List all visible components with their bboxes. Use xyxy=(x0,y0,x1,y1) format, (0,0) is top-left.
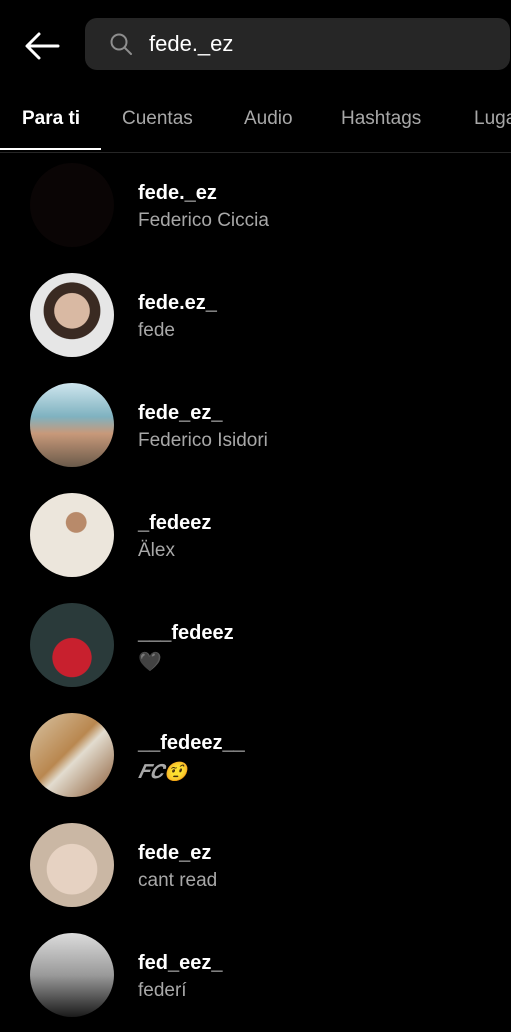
result-username: fede._ez xyxy=(138,182,217,204)
result-fullname: 𝑭𝑪🤨 xyxy=(138,762,188,783)
avatar xyxy=(30,823,114,907)
list-item[interactable]: fed_eez_ federí xyxy=(0,922,511,1032)
result-username: fede_ez_ xyxy=(138,402,223,424)
result-username: _fedeez xyxy=(138,512,212,534)
avatar xyxy=(30,603,114,687)
list-item[interactable]: __fedeez__ 𝑭𝑪🤨 xyxy=(0,702,511,812)
list-item[interactable]: ___fedeez 🖤 xyxy=(0,592,511,702)
tab-para-ti[interactable]: Para ti xyxy=(22,90,80,152)
list-item[interactable]: fede._ez Federico Ciccia xyxy=(0,152,511,262)
result-username: __fedeez__ xyxy=(138,732,245,754)
list-item[interactable]: fede.ez_ fede xyxy=(0,262,511,372)
search-icon xyxy=(107,30,135,58)
result-fullname: Älex xyxy=(138,540,175,561)
result-username: fed_eez_ xyxy=(138,952,223,974)
list-item[interactable]: _fedeez Älex xyxy=(0,482,511,592)
avatar xyxy=(30,383,114,467)
back-button[interactable] xyxy=(20,24,64,68)
result-fullname: Federico Ciccia xyxy=(138,210,269,231)
avatar xyxy=(30,933,114,1017)
avatar xyxy=(30,273,114,357)
result-fullname: fede xyxy=(138,320,175,341)
avatar xyxy=(30,493,114,577)
search-header xyxy=(0,0,511,90)
tab-lugares[interactable]: Lugares xyxy=(474,90,511,152)
arrow-left-icon xyxy=(25,32,60,60)
search-bar[interactable] xyxy=(85,18,510,70)
tab-hashtags[interactable]: Hashtags xyxy=(341,90,421,152)
result-fullname: 🖤 xyxy=(138,652,162,673)
tab-cuentas[interactable]: Cuentas xyxy=(122,90,193,152)
active-tab-indicator xyxy=(0,148,101,150)
search-input[interactable] xyxy=(149,31,449,57)
tab-bar: Para ti Cuentas Audio Hashtags Lugares xyxy=(0,90,511,153)
result-username: ___fedeez xyxy=(138,622,234,644)
list-item[interactable]: fede_ez cant read xyxy=(0,812,511,922)
result-username: fede_ez xyxy=(138,842,212,864)
result-fullname: federí xyxy=(138,980,187,1001)
result-fullname: Federico Isidori xyxy=(138,430,268,451)
avatar xyxy=(30,163,114,247)
result-username: fede.ez_ xyxy=(138,292,217,314)
result-fullname: cant read xyxy=(138,870,218,891)
avatar xyxy=(30,713,114,797)
tab-audio[interactable]: Audio xyxy=(244,90,293,152)
list-item[interactable]: fede_ez_ Federico Isidori xyxy=(0,372,511,482)
